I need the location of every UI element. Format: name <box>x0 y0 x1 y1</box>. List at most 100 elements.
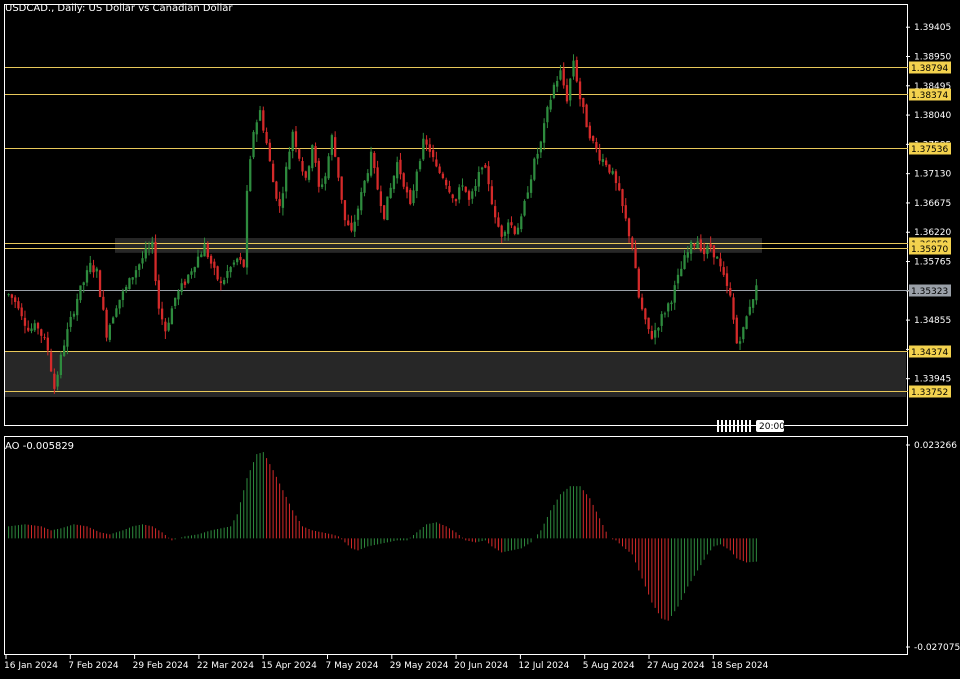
candle-body <box>20 307 23 317</box>
candle-body <box>552 84 556 98</box>
candle-body <box>575 60 578 82</box>
candle-body <box>180 283 183 293</box>
candle-body <box>222 280 226 285</box>
candle-body <box>650 330 654 339</box>
candle-body <box>565 85 569 102</box>
candle-body <box>418 161 422 170</box>
x-tick-label: 7 Feb 2024 <box>68 661 119 671</box>
candle-body <box>598 149 601 161</box>
candle-body <box>85 270 89 283</box>
candle-body <box>464 186 467 192</box>
level-tag-label: 1.38794 <box>911 64 948 74</box>
candle-body <box>356 208 360 220</box>
candle-body <box>249 159 252 192</box>
candle-body <box>696 241 699 249</box>
candle-body <box>278 199 281 207</box>
candle-body <box>265 131 268 144</box>
ao-histogram <box>8 452 757 621</box>
y-tick-label: 1.38040 <box>914 111 951 121</box>
candle-body <box>529 179 533 193</box>
candle-body <box>89 262 92 273</box>
candle-body <box>415 171 418 192</box>
candle-body <box>66 329 69 347</box>
x-tick-label: 5 Aug 2024 <box>583 661 635 671</box>
candle-body <box>445 179 448 186</box>
candles <box>7 54 758 394</box>
candle-body <box>516 227 520 235</box>
candle-body <box>751 299 755 308</box>
candle-body <box>334 137 337 157</box>
x-tick-label: 7 May 2024 <box>326 661 379 671</box>
candle-body <box>405 186 409 193</box>
candle-body <box>59 354 63 376</box>
candle-body <box>425 139 428 145</box>
candle-body <box>76 298 79 316</box>
candle-body <box>291 131 294 152</box>
candle-body <box>585 104 588 128</box>
candle-body <box>281 193 285 208</box>
candle-body <box>347 220 350 226</box>
candle-body <box>484 165 487 168</box>
candle-body <box>536 153 539 159</box>
x-tick-label: 12 Jul 2024 <box>518 661 569 671</box>
x-tick-label: 27 Aug 2024 <box>647 661 705 671</box>
candle-body <box>725 273 729 286</box>
candle-body <box>141 258 144 264</box>
candle-body <box>693 244 696 246</box>
y-tick-label: 1.37130 <box>914 170 951 180</box>
candle-body <box>226 270 229 278</box>
candle-body <box>431 150 435 158</box>
candle-body <box>559 70 562 80</box>
candle-body <box>539 141 543 153</box>
candle-body <box>379 191 383 207</box>
candle-body <box>317 160 320 187</box>
candle-body <box>605 160 608 166</box>
candle-body <box>572 60 575 77</box>
candle-body <box>105 309 108 338</box>
candle-body <box>343 200 347 221</box>
candle-body <box>588 125 591 139</box>
candle-body <box>706 246 709 254</box>
candle-body <box>301 161 304 172</box>
level-tag-label: 1.37536 <box>911 145 948 155</box>
candle-body <box>474 186 477 191</box>
candle-body <box>542 123 546 143</box>
candle-body <box>337 157 340 178</box>
candle-body <box>513 226 516 234</box>
candle-body <box>637 268 640 298</box>
ao-y-tick-label: 0.023266 <box>914 441 957 451</box>
candle-body <box>209 255 213 264</box>
candle-body <box>183 281 187 285</box>
candle-body <box>624 205 627 219</box>
candle-body <box>236 258 239 263</box>
candle-body <box>729 288 732 296</box>
candle-body <box>43 337 46 339</box>
candle-body <box>177 291 180 300</box>
candle-body <box>608 164 611 173</box>
candle-body <box>644 308 647 320</box>
candle-body <box>448 186 451 193</box>
candle-body <box>10 294 14 298</box>
candle-body <box>144 248 147 259</box>
candle-body <box>252 132 255 158</box>
x-axis: 16 Jan 2024 7 Feb 2024 29 Feb 2024 22 Mar 2… <box>4 655 769 671</box>
candle-body <box>640 297 644 310</box>
candle-body <box>285 166 288 192</box>
y-tick-label: 1.39405 <box>914 23 951 33</box>
y-tick-label: 1.34855 <box>914 316 951 326</box>
candle-body <box>40 329 43 336</box>
time-badge-label: 20:00 <box>759 422 785 432</box>
candle-body <box>320 184 324 187</box>
candle-body <box>193 267 196 273</box>
x-tick-label: 18 Sep 2024 <box>711 661 768 671</box>
candle-body <box>503 231 507 236</box>
candle-body <box>745 316 748 329</box>
candle-body <box>219 281 223 283</box>
candle-body <box>27 327 30 331</box>
candle-body <box>582 98 585 108</box>
level-tag-label: 1.38374 <box>911 91 948 101</box>
candle-body <box>660 314 663 326</box>
price-chart[interactable]: 1.394051.389501.384951.380401.375851.371… <box>0 0 960 675</box>
candle-body <box>510 222 513 226</box>
candle-body <box>719 258 722 267</box>
